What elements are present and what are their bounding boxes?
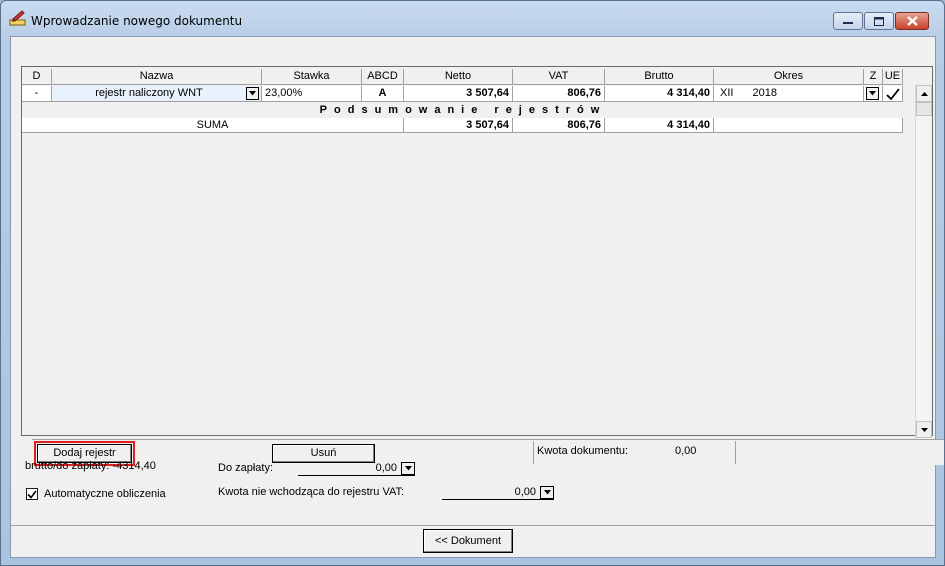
summary-empty	[714, 118, 903, 133]
divider	[735, 441, 736, 464]
scroll-up-icon[interactable]	[916, 85, 932, 102]
row-okres-year: 2018	[752, 87, 777, 99]
row-brutto-cell[interactable]: 4 314,40	[605, 86, 714, 102]
scroll-thumb[interactable]	[916, 102, 932, 116]
document-amount-box: Kwota dokumentu: 0,00	[533, 441, 869, 464]
col-header-okres[interactable]: Okres	[714, 69, 864, 85]
dialog-client-area: D Nazwa Stawka ABCD Netto VAT Brutto Okr…	[10, 36, 944, 558]
checkmark-icon	[27, 490, 37, 499]
row-abcd-cell[interactable]: A	[362, 86, 404, 102]
kwota-vat-label: Kwota nie wchodząca do rejestru VAT:	[218, 486, 405, 498]
dropdown-arrow-icon[interactable]	[246, 87, 259, 100]
do-zaplaty-value: 0,00	[375, 462, 397, 474]
close-button[interactable]	[895, 12, 929, 30]
auto-calc-checkbox[interactable]	[26, 488, 38, 500]
col-header-z[interactable]: Z	[864, 69, 883, 85]
remove-button[interactable]: Usuń	[272, 444, 375, 463]
row-d-cell[interactable]: -	[22, 86, 52, 102]
window: Wprowadzanie nowego dokumentu D Nazwa St…	[0, 0, 945, 566]
col-header-ue[interactable]: UE	[883, 69, 903, 85]
brutto-to-pay-label: brutto/do zapłaty: -4314,40	[25, 460, 156, 472]
close-icon	[906, 16, 918, 26]
col-header-vat[interactable]: VAT	[513, 69, 605, 85]
col-header-nazwa[interactable]: Nazwa	[52, 69, 262, 85]
col-header-netto[interactable]: Netto	[404, 69, 513, 85]
maximize-button[interactable]	[864, 12, 894, 30]
kwota-vat-dropdown[interactable]: 0,00	[442, 486, 554, 500]
row-stawka-cell[interactable]: 23,00%	[262, 86, 362, 102]
summary-brutto: 4 314,40	[605, 118, 714, 133]
maximize-icon	[874, 16, 884, 26]
row-vat-cell[interactable]: 806,76	[513, 86, 605, 102]
minimize-button[interactable]	[833, 12, 863, 30]
row-netto-cell[interactable]: 3 507,64	[404, 86, 513, 102]
grid-bottom-bar: Dodaj rejestr Usuń Kwota dokumentu: 0,00	[32, 439, 944, 466]
window-title: Wprowadzanie nowego dokumentu	[31, 14, 243, 28]
col-header-brutto[interactable]: Brutto	[605, 69, 714, 85]
summary-vat: 806,76	[513, 118, 605, 133]
auto-calc-label[interactable]: Automatyczne obliczenia	[44, 488, 166, 500]
do-zaplaty-dropdown[interactable]: 0,00	[298, 462, 415, 476]
row-nazwa-value: rejestr naliczony WNT	[95, 87, 203, 99]
document-amount-value: 0,00	[675, 445, 697, 457]
checkmark-icon	[886, 88, 900, 101]
col-header-abcd[interactable]: ABCD	[362, 69, 404, 85]
app-icon	[9, 9, 27, 27]
dropdown-arrow-icon[interactable]	[866, 87, 879, 100]
dropdown-arrow-icon[interactable]	[401, 462, 415, 475]
summary-heading: Podsumowanie rejestrów	[319, 104, 607, 116]
vertical-scrollbar[interactable]	[915, 85, 932, 439]
scroll-down-icon[interactable]	[916, 421, 932, 438]
do-zaplaty-label: Do zapłaty:	[218, 462, 274, 474]
row-okres-cell[interactable]: XII 2018	[714, 86, 864, 102]
summary-netto: 3 507,64	[404, 118, 513, 133]
title-bar[interactable]: Wprowadzanie nowego dokumentu	[1, 1, 944, 35]
row-okres-month: XII	[720, 87, 734, 99]
dropdown-arrow-icon[interactable]	[540, 486, 554, 499]
row-nazwa-combo[interactable]: rejestr naliczony WNT	[52, 86, 262, 102]
register-grid: D Nazwa Stawka ABCD Netto VAT Brutto Okr…	[21, 66, 944, 466]
document-amount-label: Kwota dokumentu:	[537, 445, 629, 457]
footer-separator	[11, 525, 935, 526]
minimize-icon	[843, 22, 853, 24]
col-header-d[interactable]: D	[22, 69, 52, 85]
back-to-document-button[interactable]: << Dokument	[423, 529, 513, 553]
summary-label: SUMA	[22, 118, 404, 133]
col-header-stawka[interactable]: Stawka	[262, 69, 362, 85]
row-ue-cell[interactable]	[883, 86, 903, 102]
row-z-cell[interactable]	[864, 86, 883, 102]
kwota-vat-value: 0,00	[514, 486, 536, 498]
